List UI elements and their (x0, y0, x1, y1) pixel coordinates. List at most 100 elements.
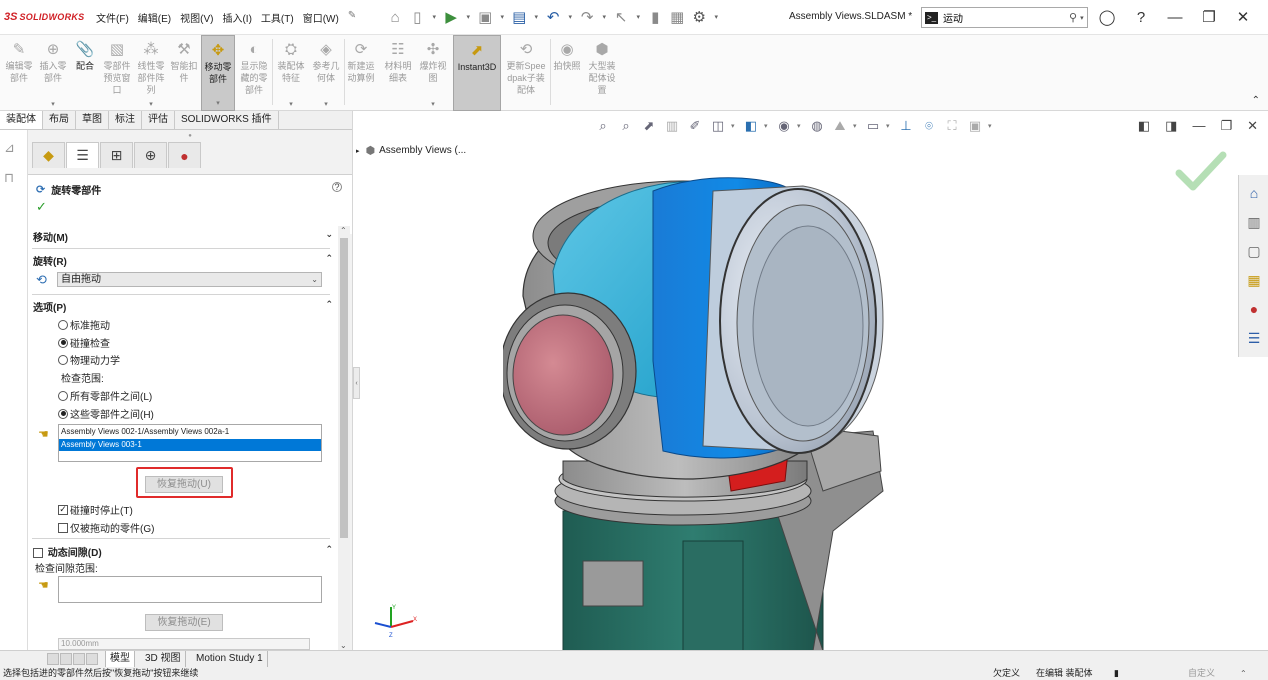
minimize-icon[interactable]: — (1192, 118, 1205, 134)
tab-model[interactable]: 模型 (105, 651, 135, 667)
mate-button[interactable]: 📎 配合 (72, 35, 98, 111)
view-settings-icon[interactable]: ▭ (863, 117, 883, 135)
chevron-down-icon[interactable]: ▾ (988, 122, 995, 130)
flyout-feature-tree[interactable]: ▸ ⬢ Assembly Views (... (356, 144, 466, 157)
search-input[interactable] (943, 12, 1063, 23)
user-account-icon[interactable]: ◯ (1096, 6, 1118, 28)
restore-icon[interactable]: ❐ (1220, 118, 1232, 134)
list-item[interactable]: Assembly Views 002-1/Assembly Views 002a… (59, 426, 321, 438)
close-icon[interactable]: ✕ (1247, 118, 1258, 134)
previous-view-icon[interactable]: ⬈ (639, 117, 659, 135)
menu-window[interactable]: 窗口(W) (303, 10, 339, 25)
checkbox[interactable] (58, 522, 68, 533)
file-properties-icon[interactable]: ▦ (667, 7, 687, 27)
view-palette-icon[interactable]: ▦ (1243, 269, 1265, 291)
chevron-down-icon[interactable]: ▾ (565, 13, 575, 21)
assembly-feature-button[interactable]: ⛭ 装配体特征 ▾ (276, 35, 306, 111)
dimxpert-tab-icon[interactable]: ⊕ (134, 142, 167, 168)
stop-at-collision-checkbox[interactable]: ✓ 碰撞时停止(T) (58, 502, 133, 517)
tab-assembly[interactable]: 装配体 (0, 111, 43, 129)
chevron-up-icon[interactable]: ⌃ (325, 544, 333, 555)
print-icon[interactable]: ▤ (509, 7, 529, 27)
solidworks-logo[interactable]: 3S SOLIDWORKS (4, 0, 90, 35)
distance-field[interactable]: 10.000mm (58, 638, 310, 650)
edit-component-button[interactable]: ✎ 编辑零部件 (4, 35, 34, 111)
view-render-icon[interactable]: ⛶ (942, 117, 962, 135)
radio-button[interactable] (58, 319, 68, 330)
chevron-down-icon[interactable]: ▾ (633, 13, 643, 21)
view-back-icon[interactable]: ◧ (1138, 118, 1150, 134)
ok-check-icon[interactable]: ✓ (36, 199, 47, 215)
component-preview-button[interactable]: ▧ 零部件预览窗口 (101, 35, 133, 111)
edit-appearance-icon[interactable]: ◍ (807, 117, 827, 135)
search-icon[interactable]: ⚲ (1069, 11, 1077, 24)
sketch-tool-icon[interactable]: ⊿ (4, 140, 24, 160)
tab-sketch[interactable]: 草图 (76, 111, 109, 129)
redo-icon[interactable]: ↷ (577, 7, 597, 27)
solidworks-resources-icon[interactable]: ⌂ (1243, 182, 1265, 204)
insert-component-button[interactable]: ⊕ 插入零部件 ▾ (38, 35, 68, 111)
minimize-icon[interactable]: — (1164, 6, 1186, 28)
large-assembly-button[interactable]: ⬢ 大型装配体设置 (586, 35, 618, 111)
rotate-mode-select[interactable]: 自由拖动 ⌄ (57, 272, 322, 287)
standard-drag-radio[interactable]: 标准拖动 (58, 317, 110, 332)
appearances-icon[interactable]: ● (1243, 298, 1265, 320)
zoom-to-fit-icon[interactable]: ⌕ (593, 117, 613, 135)
pin-icon[interactable]: ✎ (348, 10, 356, 25)
instant3d-button[interactable]: ⬈ Instant3D (453, 35, 501, 111)
save-icon[interactable]: ▣ (475, 7, 495, 27)
display-style-icon[interactable]: ◧ (741, 117, 761, 135)
chevron-down-icon[interactable]: ▾ (853, 122, 860, 130)
next-tab-icon[interactable] (73, 653, 85, 665)
property-manager-tab-icon[interactable]: ☰ (66, 142, 99, 168)
display-manager-tab-icon[interactable]: ● (168, 142, 201, 168)
snapshot-button[interactable]: ◉ 拍快照 (552, 35, 582, 111)
chevron-down-icon[interactable]: ▾ (886, 122, 893, 130)
hide-show-items-icon[interactable]: ◉ (774, 117, 794, 135)
chevron-down-icon[interactable]: ▾ (429, 13, 439, 21)
chevron-down-icon[interactable]: ▾ (531, 13, 541, 21)
resume-drag-button-2[interactable]: 恢复拖动(E) (145, 614, 223, 631)
smart-fastener-button[interactable]: ⚒ 智能扣件 (169, 35, 199, 111)
collision-detection-radio[interactable]: 碰撞检查 (58, 335, 110, 350)
assembly-model[interactable] (503, 161, 903, 650)
chevron-up-icon[interactable]: ⌃ (1240, 667, 1247, 680)
section-view-icon[interactable]: ▥ (662, 117, 682, 135)
chevron-down-icon[interactable]: ▾ (764, 122, 771, 130)
tab-motion-study[interactable]: Motion Study 1 (192, 651, 268, 667)
custom-properties-icon[interactable]: ☰ (1243, 327, 1265, 349)
panel-collapse-handle[interactable]: ‹ (353, 367, 360, 399)
menu-edit[interactable]: 编辑(E) (138, 10, 171, 25)
all-components-radio[interactable]: 所有零部件之间(L) (58, 388, 152, 403)
open-icon[interactable]: ▶ (441, 7, 461, 27)
view-orientation-icon[interactable]: ◫ (708, 117, 728, 135)
chevron-down-icon[interactable]: ▾ (711, 13, 721, 21)
chevron-down-icon[interactable]: ▾ (1080, 14, 1084, 22)
units-status[interactable]: 自定义 (1188, 667, 1215, 680)
design-library-icon[interactable]: ▥ (1243, 211, 1265, 233)
tab-markup[interactable]: 标注 (109, 111, 142, 129)
section-rotate[interactable]: 旋转(R) ⌃ (33, 253, 333, 269)
dragged-parts-only-checkbox[interactable]: 仅被拖动的零件(G) (58, 520, 154, 535)
section-move[interactable]: 移动(M) ⌄ (33, 229, 333, 245)
list-item-selected[interactable]: Assembly Views 003-1 (59, 439, 321, 451)
close-icon[interactable]: ✕ (1232, 6, 1254, 28)
checkbox[interactable] (33, 548, 43, 559)
help-icon[interactable]: ? (332, 182, 342, 192)
clearance-selection-field[interactable] (58, 576, 322, 603)
configuration-manager-tab-icon[interactable]: ⊞ (100, 142, 133, 168)
chevron-down-icon[interactable]: ▾ (289, 100, 293, 108)
undo-icon[interactable]: ↶ (543, 7, 563, 27)
last-tab-icon[interactable] (86, 653, 98, 665)
scroll-down-icon[interactable]: ⌄ (340, 641, 347, 650)
chevron-down-icon[interactable]: ▾ (797, 122, 804, 130)
linear-pattern-button[interactable]: ⁂ 线性零部件阵列 ▾ (135, 35, 167, 111)
file-explorer-icon[interactable]: ▢ (1243, 240, 1265, 262)
menu-tools[interactable]: 工具(T) (261, 10, 294, 25)
step-tool-icon[interactable]: ⊓ (4, 170, 24, 190)
view-more-icon[interactable]: ▣ (965, 117, 985, 135)
radio-button-selected[interactable] (58, 408, 68, 419)
show-hidden-button[interactable]: ◐ 显示隐藏的零部件 (238, 35, 270, 111)
triad-view-icon[interactable]: ⊥ (896, 117, 916, 135)
zoom-to-area-icon[interactable]: ⌕ (616, 117, 636, 135)
